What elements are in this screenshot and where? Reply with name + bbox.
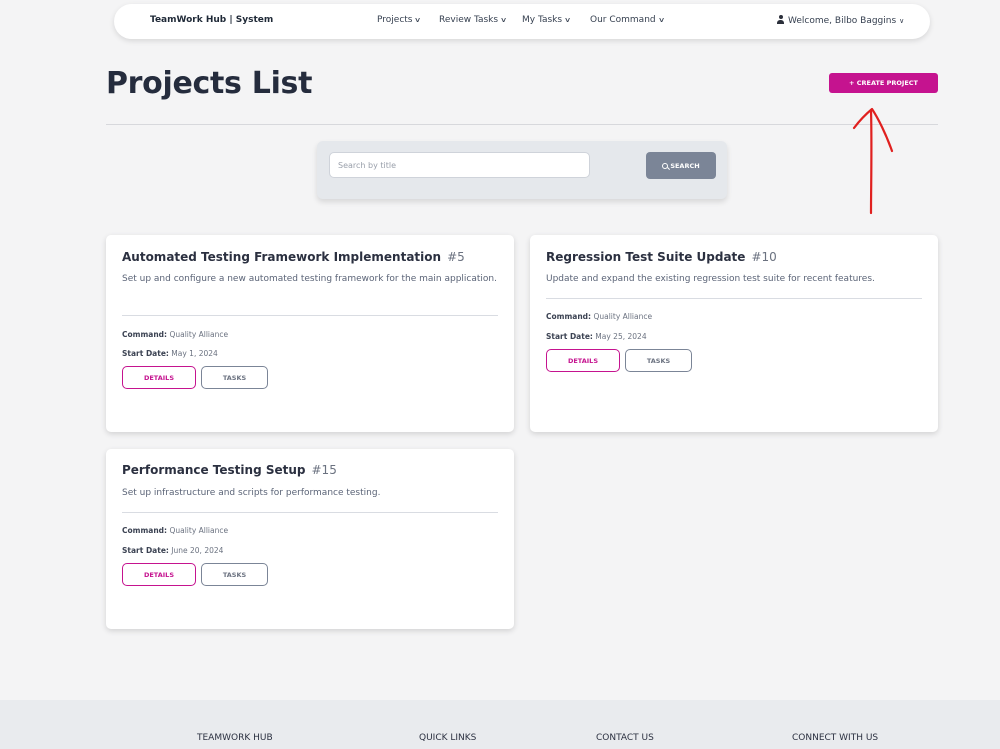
- project-start-date: Start Date: May 25, 2024: [546, 332, 647, 341]
- project-title-text: Regression Test Suite Update: [546, 250, 746, 264]
- chevron-down-icon: ∨: [564, 16, 572, 24]
- start-date-label: Start Date:: [122, 546, 169, 555]
- tasks-button[interactable]: TASKS: [201, 563, 268, 586]
- command-value: Quality Alliance: [169, 526, 229, 535]
- nav-my-tasks-label: My Tasks: [522, 15, 563, 25]
- card-divider: [546, 298, 922, 299]
- nav-review-tasks-label: Review Tasks: [439, 15, 499, 25]
- project-description: Set up and configure a new automated tes…: [122, 274, 497, 284]
- details-button[interactable]: DETAILS: [122, 366, 196, 389]
- project-title: Regression Test Suite Update #10: [546, 250, 777, 264]
- chevron-down-icon: ∨: [899, 17, 905, 25]
- search-button[interactable]: SEARCH: [646, 152, 716, 179]
- nav-review-tasks[interactable]: Review Tasks ∨: [439, 15, 508, 25]
- annotation-arrow-icon: [852, 107, 894, 215]
- project-start-date: Start Date: June 20, 2024: [122, 546, 223, 555]
- project-title: Performance Testing Setup #15: [122, 463, 337, 477]
- footer-heading-contact-us: CONTACT US: [596, 733, 654, 743]
- user-menu-label: Welcome, Bilbo Baggins: [788, 16, 897, 26]
- user-icon: [776, 15, 785, 24]
- card-divider: [122, 315, 498, 316]
- command-label: Command:: [546, 312, 592, 321]
- project-command: Command: Quality Alliance: [546, 312, 652, 321]
- project-id: #10: [751, 250, 777, 264]
- search-input[interactable]: [329, 152, 590, 178]
- tasks-button[interactable]: TASKS: [201, 366, 268, 389]
- project-title-text: Performance Testing Setup: [122, 463, 306, 477]
- footer: TEAMWORK HUB QUICK LINKS CONTACT US CONN…: [0, 700, 1000, 749]
- start-date-value: May 1, 2024: [171, 349, 218, 358]
- nav-projects-label: Projects: [377, 15, 413, 25]
- start-date-label: Start Date:: [546, 332, 593, 341]
- project-command: Command: Quality Alliance: [122, 330, 228, 339]
- brand-title[interactable]: TeamWork Hub | System: [150, 15, 273, 25]
- footer-heading-connect-with-us: CONNECT WITH US: [792, 733, 879, 743]
- project-id: #5: [447, 250, 465, 264]
- project-card: Performance Testing Setup #15 Set up infr…: [106, 449, 514, 629]
- start-date-value: May 25, 2024: [595, 332, 647, 341]
- details-button[interactable]: DETAILS: [122, 563, 196, 586]
- top-navbar: TeamWork Hub | System Projects ∨ Review T…: [114, 4, 930, 39]
- project-start-date: Start Date: May 1, 2024: [122, 349, 218, 358]
- search-button-label: SEARCH: [670, 161, 700, 170]
- project-command: Command: Quality Alliance: [122, 526, 228, 535]
- create-project-button[interactable]: + CREATE PROJECT: [829, 73, 938, 93]
- command-label: Command:: [122, 526, 168, 535]
- search-icon: [662, 162, 669, 169]
- details-button[interactable]: DETAILS: [546, 349, 620, 372]
- project-id: #15: [311, 463, 337, 477]
- project-card: Regression Test Suite Update #10 Update a…: [530, 235, 938, 432]
- command-value: Quality Alliance: [169, 330, 229, 339]
- footer-heading-quick-links: QUICK LINKS: [419, 733, 477, 743]
- footer-heading-teamwork-hub: TEAMWORK HUB: [197, 733, 273, 743]
- search-panel: SEARCH: [317, 141, 727, 199]
- nav-projects[interactable]: Projects ∨: [377, 15, 422, 25]
- user-menu[interactable]: Welcome, Bilbo Baggins ∨: [776, 15, 904, 26]
- nav-our-command[interactable]: Our Command ∨: [590, 15, 665, 25]
- chevron-down-icon: ∨: [500, 16, 508, 24]
- project-title: Automated Testing Framework Implementati…: [122, 250, 465, 264]
- chevron-down-icon: ∨: [657, 16, 665, 24]
- chevron-down-icon: ∨: [414, 16, 422, 24]
- project-card: Automated Testing Framework Implementati…: [106, 235, 514, 432]
- nav-our-command-label: Our Command: [590, 15, 656, 25]
- project-title-text: Automated Testing Framework Implementati…: [122, 250, 442, 264]
- start-date-label: Start Date:: [122, 349, 169, 358]
- command-value: Quality Alliance: [593, 312, 653, 321]
- tasks-button[interactable]: TASKS: [625, 349, 692, 372]
- header-divider: [106, 124, 938, 125]
- command-label: Command:: [122, 330, 168, 339]
- project-description: Update and expand the existing regressio…: [546, 274, 875, 284]
- nav-my-tasks[interactable]: My Tasks ∨: [522, 15, 572, 25]
- card-divider: [122, 512, 498, 513]
- page-title: Projects List: [106, 66, 313, 101]
- start-date-value: June 20, 2024: [171, 546, 224, 555]
- project-description: Set up infrastructure and scripts for pe…: [122, 488, 381, 498]
